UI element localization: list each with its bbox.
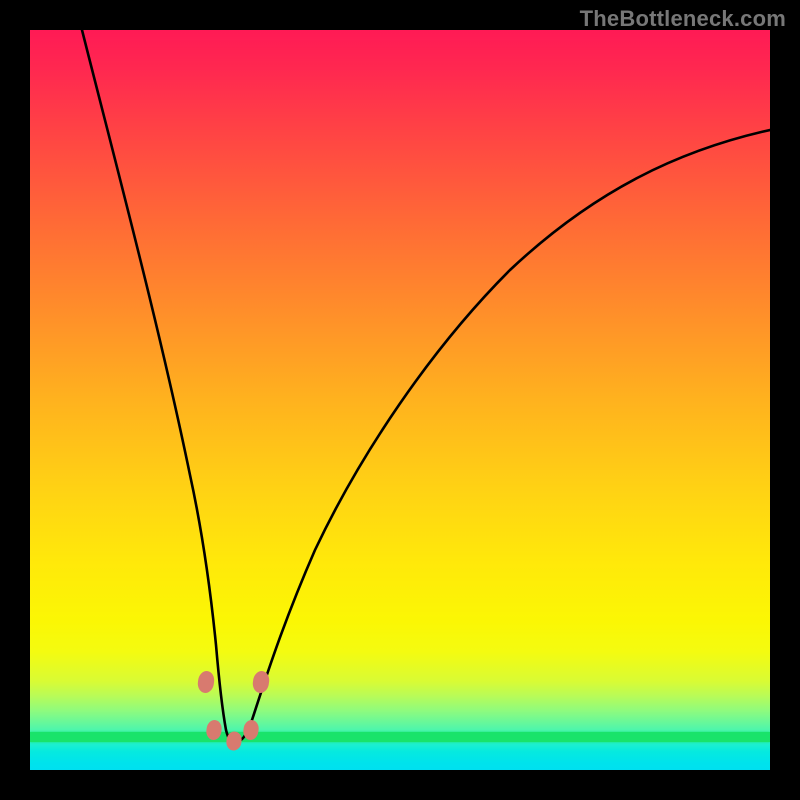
- marker-dot: [242, 719, 260, 741]
- watermark-text: TheBottleneck.com: [580, 6, 786, 32]
- marker-dot: [252, 670, 271, 694]
- marker-dot: [225, 731, 242, 752]
- marker-dot: [205, 719, 223, 741]
- trough-markers: [30, 30, 770, 770]
- plot-area: [30, 30, 770, 770]
- marker-dot: [197, 670, 216, 694]
- chart-stage: TheBottleneck.com: [0, 0, 800, 800]
